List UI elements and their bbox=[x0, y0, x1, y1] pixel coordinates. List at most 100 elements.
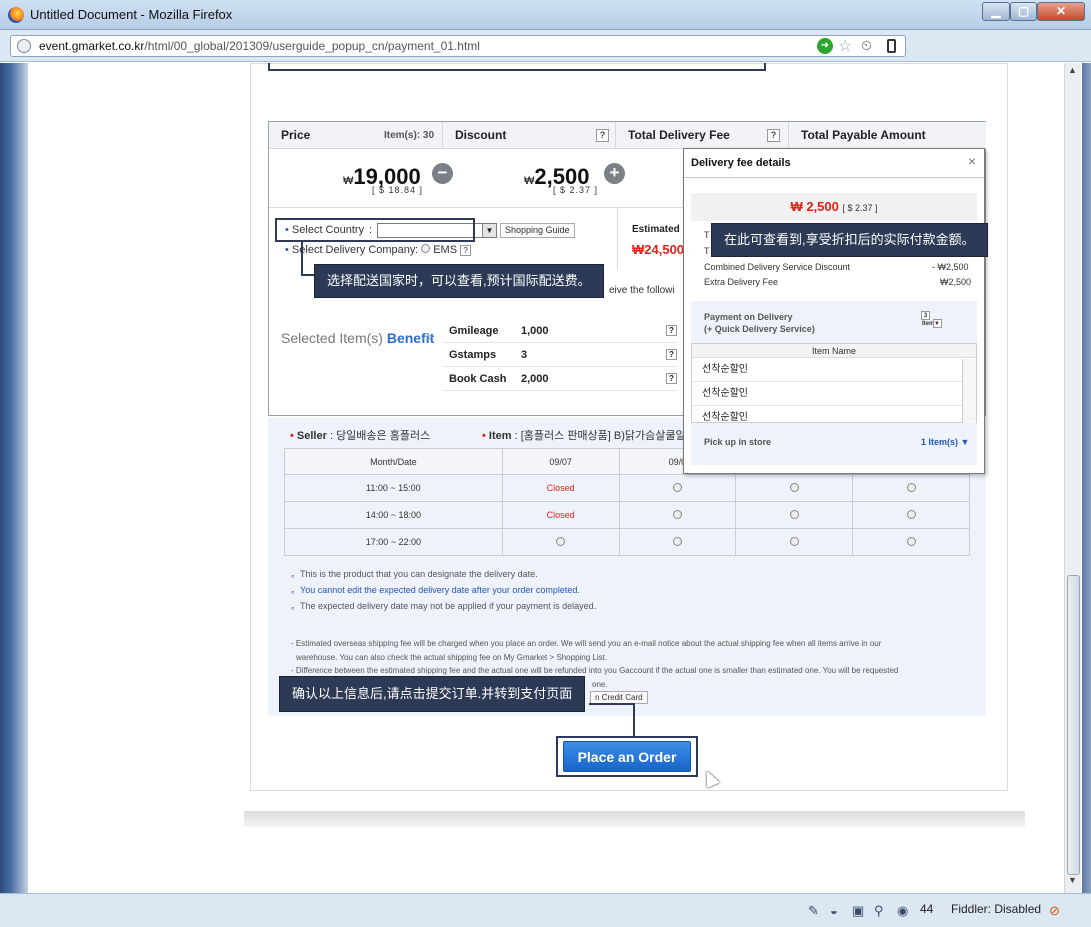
select-arrow-icon[interactable]: ▼ bbox=[482, 224, 496, 237]
fiddler-status[interactable]: Fiddler: Disabled bbox=[951, 902, 1041, 916]
ems-option[interactable]: : EMS ? bbox=[415, 244, 472, 256]
shipping-note-4: one. bbox=[592, 680, 608, 689]
discount-header: Discount ? bbox=[442, 122, 615, 149]
scroll-down-arrow-icon[interactable]: ▼ bbox=[1068, 875, 1077, 885]
scrollbar-thumb[interactable] bbox=[1067, 575, 1080, 875]
url-text[interactable]: event.gmarket.co.kr/html/00_global/20130… bbox=[39, 39, 480, 53]
vertical-scrollbar[interactable]: ▲ ▼ bbox=[1064, 63, 1081, 893]
ems-help-icon[interactable]: ? bbox=[460, 245, 472, 256]
help-icon[interactable]: ? bbox=[666, 373, 677, 384]
time-slot-radio[interactable] bbox=[672, 482, 682, 492]
pickup-section: Pick up in store 1 Item(s) ▼ bbox=[691, 429, 977, 465]
benefit-row: Gmileage 1,000 ? bbox=[443, 319, 677, 343]
list-item: 선착순할인 bbox=[692, 358, 976, 382]
benefit-row: Gstamps 3 ? bbox=[443, 343, 677, 367]
connector-line bbox=[301, 274, 315, 276]
broom-icon[interactable]: ✎ bbox=[808, 903, 819, 919]
clock-icon[interactable]: ⏲ bbox=[861, 37, 872, 54]
payable-header: Total Payable Amount bbox=[788, 122, 986, 149]
note-3: 。The expected delivery date may not be a… bbox=[291, 601, 597, 611]
time-slot-radio[interactable] bbox=[556, 536, 566, 546]
ems-radio[interactable] bbox=[421, 244, 431, 253]
window-icon[interactable]: ▣ bbox=[852, 903, 864, 919]
minus-icon: − bbox=[432, 163, 453, 184]
time-slot-radio[interactable] bbox=[789, 509, 799, 519]
table-row: 11:00 ~ 15:00 Closed bbox=[284, 474, 970, 502]
popup-title: Delivery fee details bbox=[691, 157, 791, 169]
popup-total: ₩ 2,500 [ $ 2.37 ] bbox=[691, 193, 977, 221]
seller-info: • Seller : 당일배송은 홈플러스 bbox=[290, 430, 431, 442]
window-title: Untitled Document - Mozilla Firefox bbox=[30, 7, 233, 22]
plus-icon: + bbox=[604, 163, 625, 184]
popup-close-icon[interactable]: × bbox=[968, 153, 976, 169]
estimated-value: ₩24,500 bbox=[632, 242, 685, 257]
connector-line bbox=[301, 242, 303, 276]
pickup-label: Pick up in store bbox=[704, 437, 772, 447]
place-order-button[interactable]: Place an Order bbox=[563, 741, 691, 772]
shopping-guide-button[interactable]: Shopping Guide bbox=[500, 223, 575, 238]
time-slot-radio[interactable] bbox=[672, 536, 682, 546]
delivery-help-icon[interactable]: ? bbox=[767, 129, 780, 142]
dropdown-icon[interactable]: ▼ bbox=[932, 319, 942, 328]
go-arrow-icon[interactable]: ➜ bbox=[817, 38, 833, 54]
estimated-label: Estimated c bbox=[632, 224, 689, 235]
window-titlebar: Untitled Document - Mozilla Firefox ▁ ▢ … bbox=[0, 0, 1091, 30]
list-item: 선착순할인 bbox=[692, 406, 976, 430]
eye-icon[interactable]: ◉ bbox=[897, 903, 908, 919]
highlight-frame-top bbox=[268, 63, 766, 71]
maximize-button[interactable]: ▢ bbox=[1010, 2, 1037, 21]
popup-line-2: T bbox=[704, 246, 710, 256]
popup-divider bbox=[684, 177, 984, 178]
receive-text: eive the followi bbox=[609, 285, 675, 296]
time-slot-radio[interactable] bbox=[789, 482, 799, 492]
help-icon[interactable]: ? bbox=[666, 349, 677, 360]
globe-icon bbox=[17, 39, 31, 53]
minimize-button[interactable]: ▁ bbox=[982, 2, 1010, 21]
help-icon[interactable]: ? bbox=[666, 325, 677, 336]
list-item: 선착순할인 bbox=[692, 382, 976, 406]
note-1: 。This is the product that you can design… bbox=[291, 569, 538, 579]
pod-label: Payment on Delivery (+ Quick Delivery Ser… bbox=[704, 312, 815, 334]
item-list-scrollbar[interactable] bbox=[962, 359, 976, 423]
pod-items-toggle[interactable]: 3 Item(s) ▼ bbox=[921, 311, 942, 328]
mask-icon[interactable]: ◒ bbox=[830, 903, 838, 918]
popup-discount-line: Combined Delivery Service Discount - ₩2,5… bbox=[704, 262, 969, 272]
shipping-note-1: - Estimated overseas shipping fee will b… bbox=[291, 639, 882, 648]
benefit-row: Book Cash 2,000 ? bbox=[443, 367, 677, 391]
scroll-up-arrow-icon[interactable]: ▲ bbox=[1068, 65, 1077, 75]
zoom-icon[interactable]: ⚲ bbox=[874, 903, 884, 919]
page-bottom-shadow bbox=[244, 811, 1025, 827]
url-bar[interactable]: event.gmarket.co.kr/html/00_global/20130… bbox=[10, 35, 906, 57]
benefit-title: Selected Item(s) Benefit bbox=[281, 330, 435, 346]
time-slot-radio[interactable] bbox=[906, 482, 916, 492]
time-slot-radio[interactable] bbox=[789, 536, 799, 546]
table-row: 17:00 ~ 22:00 bbox=[284, 528, 970, 556]
item-info: • Item : [홈플러스 판매상품] B)닭가슴살쿨알리 bbox=[482, 430, 696, 442]
pickup-items-toggle[interactable]: 1 Item(s) ▼ bbox=[921, 437, 969, 447]
payment-tooltip: 在此可查看到,享受折扣后的实际付款金额。 bbox=[711, 223, 988, 257]
fiddler-icon[interactable]: ⊘ bbox=[1049, 903, 1060, 919]
order-tooltip: 确认以上信息后,请点击提交订单.并转到支付页面 bbox=[279, 676, 586, 712]
delivery-fee-popup: Delivery fee details × ₩ 2,500 [ $ 2.37 … bbox=[683, 148, 985, 474]
time-slot-radio[interactable] bbox=[906, 536, 916, 546]
item-name-table: Item Name 선착순할인 선착순할인 선착순할인 bbox=[691, 343, 977, 430]
note-2: 。You cannot edit the expected delivery d… bbox=[291, 585, 580, 595]
connector-line bbox=[589, 703, 634, 705]
time-slot-radio[interactable] bbox=[906, 509, 916, 519]
price-header: Price Item(s): 30 bbox=[269, 122, 442, 149]
discount-help-icon[interactable]: ? bbox=[596, 129, 609, 142]
country-highlight-frame bbox=[275, 218, 475, 242]
navigation-bar: event.gmarket.co.kr/html/00_global/20130… bbox=[0, 30, 1091, 84]
bookmark-star-icon[interactable]: ☆ bbox=[838, 36, 852, 56]
desktop-edge-right bbox=[1082, 63, 1091, 893]
time-slot-radio[interactable] bbox=[672, 509, 682, 519]
close-window-button[interactable]: ✕ bbox=[1037, 2, 1085, 21]
delivery-header: Total Delivery Fee ? bbox=[615, 122, 788, 149]
shipping-note-3: - Difference between the estimated shipp… bbox=[291, 666, 899, 675]
item-count: Item(s): 30 bbox=[383, 130, 434, 141]
mobile-icon[interactable] bbox=[887, 39, 896, 53]
shipping-note-2: warehouse. You can also check the actual… bbox=[296, 653, 608, 662]
price-usd: [ $ 18.84 ] bbox=[372, 185, 424, 195]
discount-usd: [ $ 2.37 ] bbox=[553, 185, 599, 195]
status-bar: ✎ ◒ ▣ ⚲ ◉ 44 Fiddler: Disabled ⊘ bbox=[0, 893, 1091, 927]
